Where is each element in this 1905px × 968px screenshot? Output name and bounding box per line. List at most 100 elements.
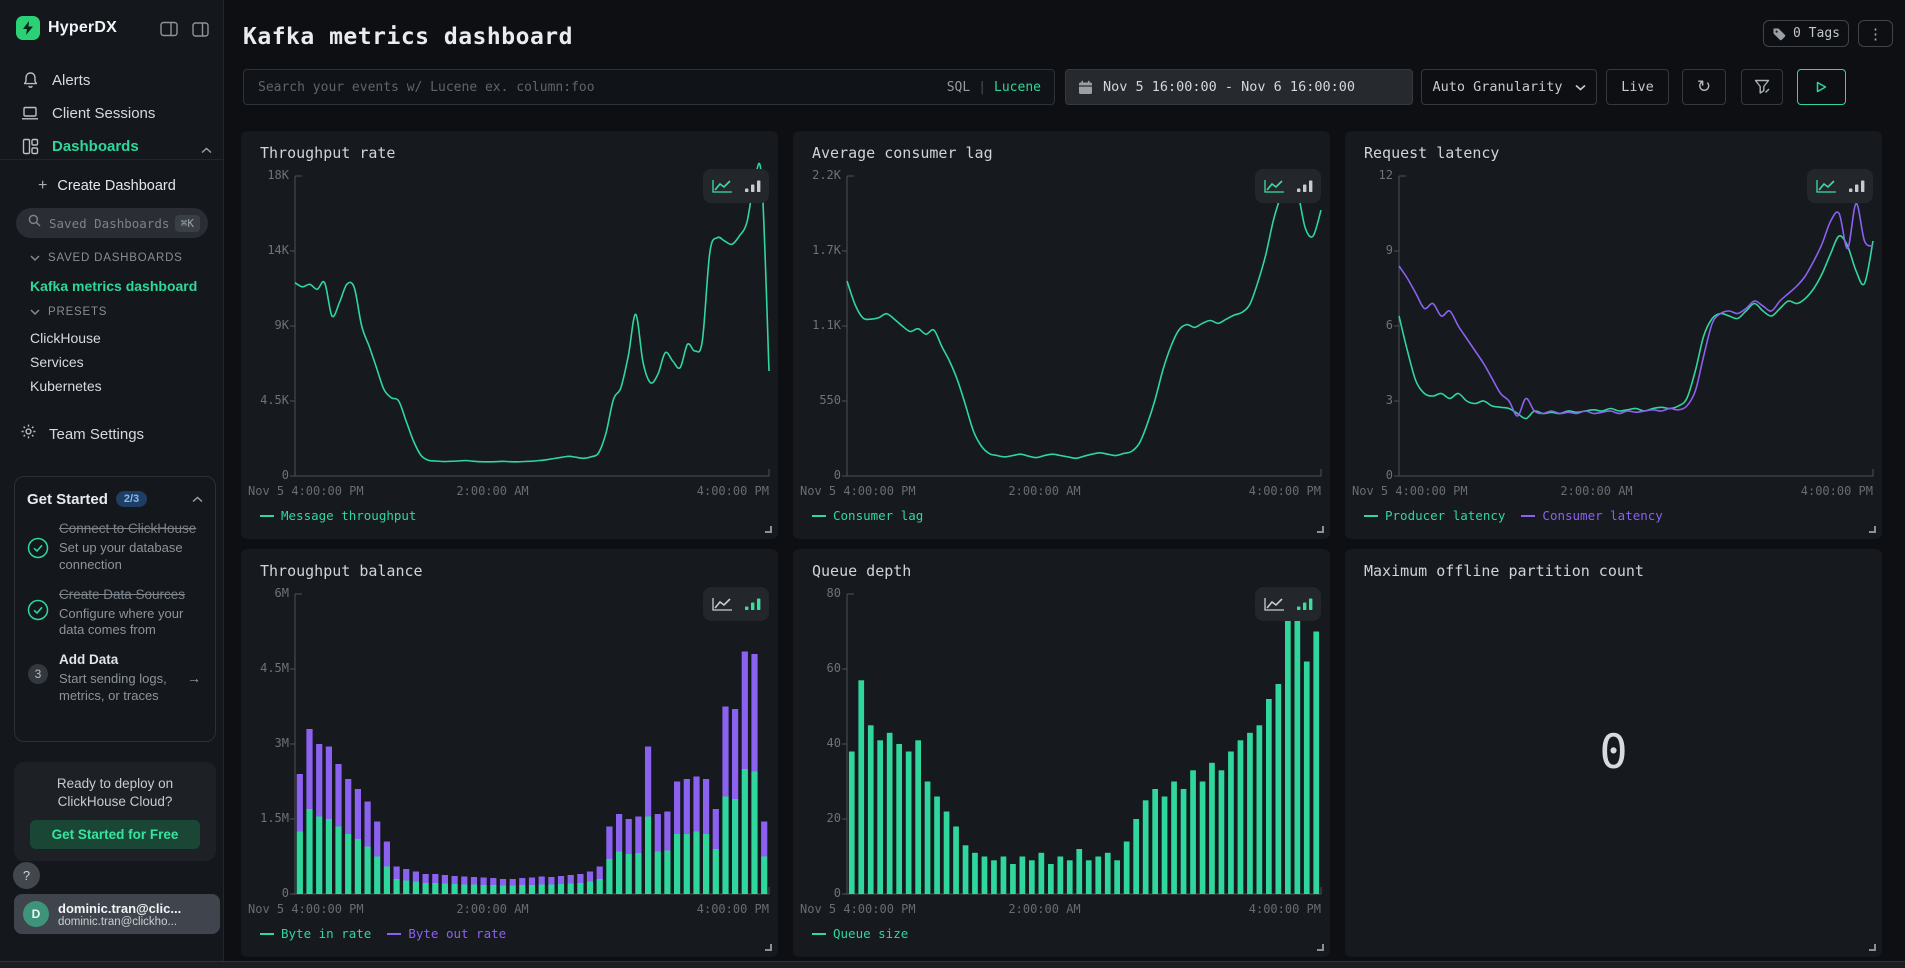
step-desc: Configure where your data comes from (59, 606, 203, 640)
step-desc: Start sending logs, metrics, or traces (59, 671, 203, 705)
get-started-step-add-data[interactable]: 3 Add Data Start sending logs, metrics, … (27, 652, 203, 705)
presets-section-header[interactable]: PRESETS (30, 306, 107, 318)
sidebar-item-label: Alerts (52, 72, 90, 89)
resize-handle-icon[interactable] (1317, 944, 1324, 951)
sidebar-item-clickhouse[interactable]: ClickHouse (30, 330, 101, 346)
line-chart-icon[interactable] (711, 178, 734, 194)
x-axis-tick-label: 4:00:00 PM (1249, 484, 1321, 498)
live-button[interactable]: Live (1606, 69, 1669, 105)
clickhouse-cloud-card: Ready to deploy on ClickHouse Cloud? Get… (14, 762, 216, 861)
chevron-up-icon[interactable] (201, 141, 212, 159)
filter-icon (1754, 79, 1771, 95)
chevron-down-icon (30, 309, 40, 315)
saved-dashboards-search[interactable]: ⌘K (16, 208, 208, 238)
panel-collapse-icon[interactable] (192, 22, 209, 42)
x-axis-tick-label: Nov 5 4:00:00 PM (248, 484, 364, 498)
line-chart-icon[interactable] (1815, 178, 1838, 194)
kebab-icon: ⋮ (1868, 25, 1883, 43)
mode-divider: | (978, 80, 986, 95)
chart-panel-throughput-rate: Throughput rate18K14K9K4.5K0Nov 5 4:00:0… (241, 131, 778, 539)
tags-label: 0 Tags (1793, 26, 1840, 41)
x-axis-tick-label: Nov 5 4:00:00 PM (1352, 484, 1468, 498)
check-circle-icon (27, 521, 49, 574)
saved-dashboards-section-header[interactable]: SAVED DASHBOARDS (30, 252, 183, 264)
sidebar-item-kubernetes[interactable]: Kubernetes (30, 378, 102, 394)
create-dashboard-label: Create Dashboard (57, 178, 176, 194)
dashboard-grid-icon (20, 138, 40, 155)
help-button[interactable]: ? (13, 862, 40, 889)
sidebar-collapse-icon[interactable] (160, 21, 178, 42)
sidebar-item-kafka-metrics-dashboard[interactable]: Kafka metrics dashboard (30, 278, 197, 294)
filter-button[interactable] (1741, 69, 1783, 105)
divider (0, 159, 224, 160)
get-started-step-connect[interactable]: Connect to ClickHouse Set up your databa… (27, 521, 203, 574)
event-search-box: SQL | Lucene (243, 69, 1055, 105)
avatar: D (23, 901, 49, 927)
refresh-button[interactable]: ↻ (1682, 69, 1726, 105)
chart-type-toggle (703, 587, 769, 621)
line-chart-icon[interactable] (1263, 178, 1286, 194)
legend-dash (260, 515, 274, 517)
chart-title: Maximum offline partition count (1364, 562, 1644, 580)
sidebar-item-services[interactable]: Services (30, 354, 84, 370)
sidebar-item-client-sessions[interactable]: Client Sessions (0, 100, 224, 126)
saved-dashboards-label: SAVED DASHBOARDS (48, 252, 183, 264)
x-axis-tick-label: Nov 5 4:00:00 PM (800, 902, 916, 916)
laptop-icon (20, 105, 40, 121)
bar-chart-icon[interactable] (744, 596, 762, 612)
line-chart-icon[interactable] (711, 596, 734, 612)
dashboard-grid: Throughput rate18K14K9K4.5K0Nov 5 4:00:0… (241, 131, 1882, 957)
get-started-free-button[interactable]: Get Started for Free (30, 820, 200, 849)
step-title: Connect to ClickHouse (59, 521, 203, 538)
more-options-button[interactable]: ⋮ (1858, 20, 1893, 47)
legend-dash (1521, 515, 1535, 517)
plus-icon: + (38, 177, 47, 195)
bar-chart-icon[interactable] (1296, 596, 1314, 612)
get-started-title: Get Started (27, 491, 108, 508)
bell-icon (20, 71, 40, 89)
team-settings-label: Team Settings (49, 426, 144, 443)
resize-handle-icon[interactable] (765, 944, 772, 951)
chevron-up-icon[interactable] (192, 490, 203, 508)
sql-mode-toggle[interactable]: SQL (947, 80, 970, 95)
bar-chart-icon[interactable] (1296, 178, 1314, 194)
chart-type-toggle (1255, 169, 1321, 203)
granularity-select[interactable]: Auto Granularity (1421, 69, 1597, 105)
chart-type-toggle (1255, 587, 1321, 621)
sidebar-item-team-settings[interactable]: Team Settings (20, 422, 144, 446)
chart-panel-throughput-balance: Throughput balance6M4.5M3M1.5M0Nov 5 4:0… (241, 549, 778, 957)
event-search-input[interactable] (244, 80, 1054, 95)
create-dashboard-button[interactable]: + Create Dashboard (38, 175, 176, 197)
resize-handle-icon[interactable] (1869, 944, 1876, 951)
get-started-step-sources[interactable]: Create Data Sources Configure where your… (27, 587, 203, 640)
tags-button[interactable]: 0 Tags (1763, 20, 1849, 47)
granularity-value: Auto Granularity (1432, 79, 1562, 95)
x-axis-tick-label: 4:00:00 PM (697, 902, 769, 916)
legend-label: Queue size (833, 926, 908, 941)
run-query-button[interactable] (1797, 69, 1846, 105)
user-menu[interactable]: D dominic.tran@clic... dominic.tran@clic… (14, 894, 220, 934)
saved-dashboards-search-input[interactable] (49, 216, 175, 231)
resize-handle-icon[interactable] (1869, 526, 1876, 533)
chart-panel-average-consumer-lag: Average consumer lag2.2K1.7K1.1K5500Nov … (793, 131, 1330, 539)
sidebar-item-dashboards[interactable]: Dashboards (0, 133, 224, 159)
chart-panel-queue-depth: Queue depth806040200Nov 5 4:00:00 PM2:00… (793, 549, 1330, 957)
legend-label: Byte out rate (408, 926, 506, 941)
legend-item: Queue size (812, 926, 908, 941)
arrow-right-icon: → (187, 670, 201, 686)
resize-handle-icon[interactable] (765, 526, 772, 533)
line-chart-icon[interactable] (1263, 596, 1286, 612)
hyperdx-logo-icon (16, 16, 40, 40)
play-icon (1816, 81, 1827, 93)
chart-legend: Producer latencyConsumer latency (1364, 508, 1663, 523)
sidebar-item-alerts[interactable]: Alerts (0, 67, 224, 93)
bar-chart-icon[interactable] (1848, 178, 1866, 194)
step-title: Create Data Sources (59, 587, 203, 604)
resize-handle-icon[interactable] (1317, 526, 1324, 533)
date-range-picker[interactable]: Nov 5 16:00:00 - Nov 6 16:00:00 (1065, 69, 1413, 105)
bar-chart-icon[interactable] (744, 178, 762, 194)
lucene-mode-toggle[interactable]: Lucene (994, 80, 1041, 95)
search-icon (28, 214, 41, 232)
x-axis-tick-label: 2:00:00 AM (456, 902, 528, 916)
sidebar-item-label: Client Sessions (52, 105, 155, 122)
